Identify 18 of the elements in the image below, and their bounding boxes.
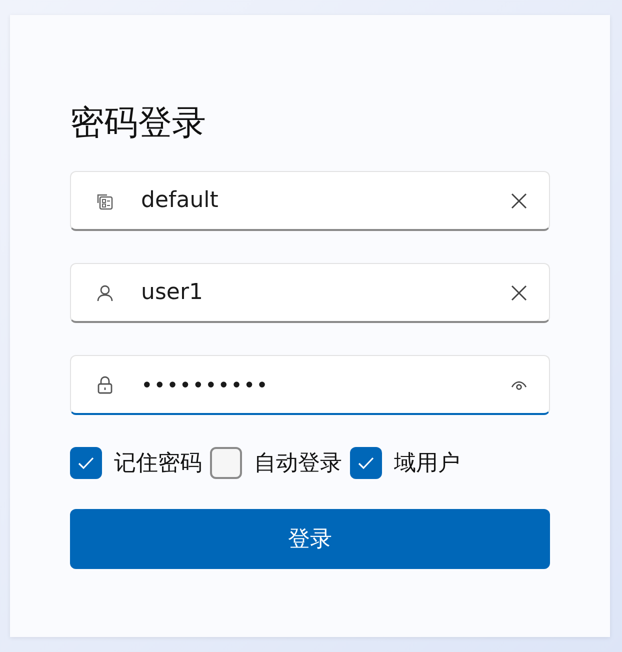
field-value: •••••••••• — [141, 372, 270, 396]
login-button[interactable]: 登录 — [70, 509, 550, 569]
field-value: default — [141, 188, 220, 213]
password-field[interactable]: •••••••••• — [70, 355, 550, 415]
checkbox-label: 域用户 — [394, 450, 460, 478]
domain-field[interactable]: default — [70, 171, 550, 231]
clear-icon[interactable] — [509, 282, 529, 302]
clear-icon[interactable] — [509, 190, 529, 210]
user-icon — [95, 282, 115, 302]
lock-icon — [95, 374, 115, 394]
field-value: user1 — [141, 280, 204, 305]
user-field[interactable]: user1 — [70, 263, 550, 323]
checkbox[interactable] — [350, 447, 382, 479]
login-title: 密码登录 — [70, 103, 207, 143]
checkbox-label: 记住密码 — [114, 450, 202, 478]
checkbox-label: 自动登录 — [254, 450, 342, 478]
checkbox[interactable] — [210, 447, 242, 479]
checkbox[interactable] — [70, 447, 102, 479]
